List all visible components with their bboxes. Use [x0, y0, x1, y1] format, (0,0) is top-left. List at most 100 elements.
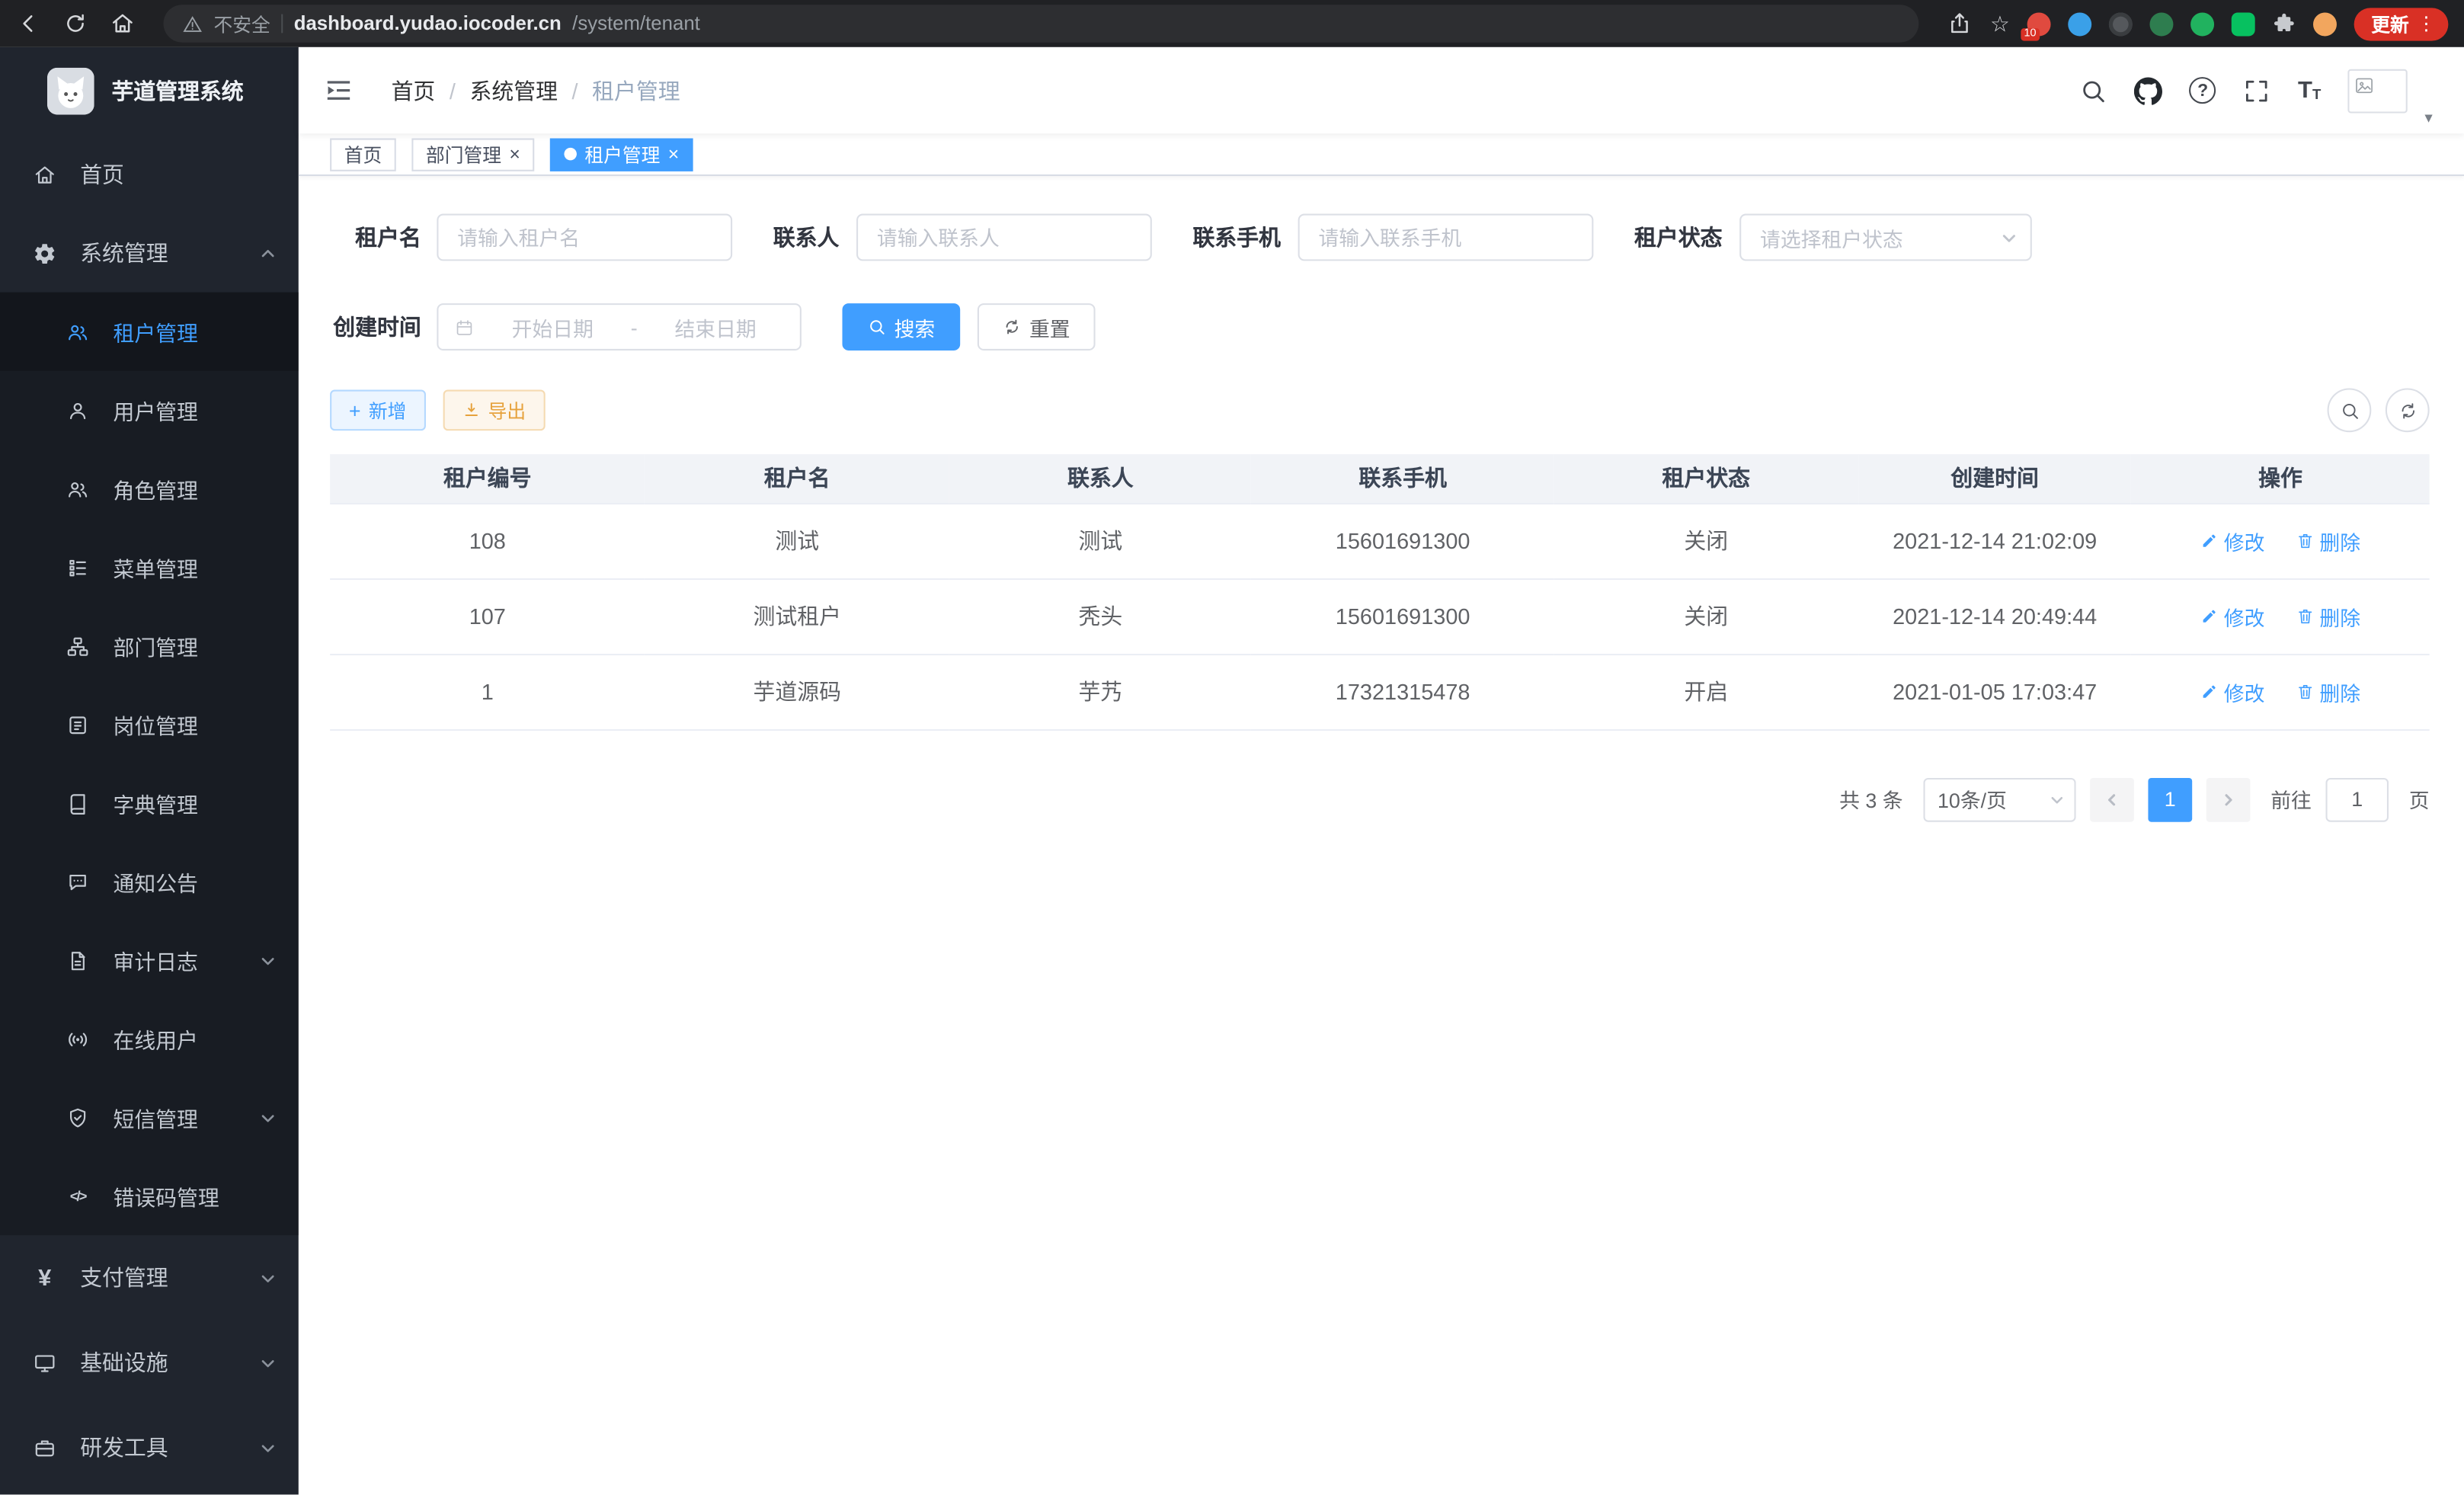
logo-image: [47, 68, 94, 115]
share-icon[interactable]: [1947, 11, 1973, 36]
sidebar-item-label: 角色管理: [114, 473, 198, 504]
address-bar[interactable]: 不安全 dashboard.yudao.iocoder.cn/system/te…: [164, 5, 1920, 43]
breadcrumb-home[interactable]: 首页: [392, 75, 436, 106]
github-icon[interactable]: [2135, 76, 2163, 104]
sidebar-group-devtools[interactable]: 研发工具: [0, 1405, 299, 1490]
add-button[interactable]: + 新增: [330, 390, 425, 431]
sidebar-group-system[interactable]: 系统管理: [0, 214, 299, 293]
filter-row-1: 租户名 联系人 联系手机 租户状态 请选择租户状态: [330, 214, 2430, 261]
edit-link[interactable]: 修改: [2200, 526, 2265, 555]
screen: 不安全 dashboard.yudao.iocoder.cn/system/te…: [0, 0, 2464, 1494]
tab-label: 租户管理: [584, 141, 660, 168]
refresh-table-button[interactable]: [2386, 388, 2430, 432]
back-icon[interactable]: [16, 11, 41, 36]
avatar-caret-icon[interactable]: ▾: [2424, 110, 2432, 127]
cell-id: 107: [330, 578, 645, 654]
sidebar-item-errorcode[interactable]: </> 错误码管理: [0, 1157, 299, 1235]
delete-link[interactable]: 删除: [2296, 601, 2360, 631]
sidebar-group-label: 研发工具: [80, 1432, 168, 1463]
sidebar-item-label: 在线用户: [114, 1023, 198, 1055]
trash-icon: [2296, 682, 2315, 701]
edit-link[interactable]: 修改: [2200, 601, 2265, 631]
goto-label: 前往: [2270, 784, 2312, 814]
sidebar-item-role[interactable]: 角色管理: [0, 450, 299, 528]
help-icon[interactable]: ?: [2190, 77, 2216, 104]
table-row: 107 测试租户 秃头 15601691300 关闭 2021-12-14 20…: [330, 578, 2430, 654]
close-icon[interactable]: ×: [668, 145, 679, 164]
prev-page-button[interactable]: [2090, 777, 2134, 821]
next-page-button[interactable]: [2206, 777, 2251, 821]
page-number-active[interactable]: 1: [2148, 777, 2192, 821]
search-icon[interactable]: [2079, 76, 2107, 104]
home-icon[interactable]: [110, 11, 135, 36]
sidebar-group-label: 系统管理: [80, 237, 168, 268]
pencil-icon: [2200, 682, 2219, 701]
sidebar-item-dept[interactable]: 部门管理: [0, 607, 299, 685]
sidebar-item-dict[interactable]: 字典管理: [0, 764, 299, 842]
sidebar-item-online[interactable]: 在线用户: [0, 1000, 299, 1078]
sidebar-item-menu[interactable]: 菜单管理: [0, 528, 299, 607]
cell-actions: 修改 删除: [2131, 654, 2429, 729]
fullscreen-icon[interactable]: [2243, 76, 2271, 104]
reload-icon[interactable]: [63, 11, 88, 36]
export-button[interactable]: 导出: [443, 390, 545, 431]
phone-input[interactable]: [1298, 214, 1594, 261]
goto-page-input[interactable]: [2325, 777, 2389, 821]
bookmark-star-icon[interactable]: ☆: [1990, 13, 2010, 35]
extension-icon-gray-ring[interactable]: [2109, 11, 2133, 35]
extension-icon-red[interactable]: 10: [2027, 11, 2051, 35]
profile-avatar-icon[interactable]: [2313, 11, 2337, 35]
online-signal-icon: [66, 1027, 90, 1051]
security-label[interactable]: 不安全: [214, 10, 270, 37]
cell-status: 开启: [1554, 654, 1859, 729]
extension-icon-green-check[interactable]: [2190, 11, 2214, 35]
search-button[interactable]: 搜索: [843, 303, 961, 351]
close-icon[interactable]: ×: [509, 145, 520, 164]
contact-input[interactable]: [856, 214, 1152, 261]
sidebar-item-sms[interactable]: 短信管理: [0, 1078, 299, 1157]
edit-link[interactable]: 修改: [2200, 677, 2265, 706]
sidebar-item-home[interactable]: 首页: [0, 135, 299, 213]
date-range-picker[interactable]: 开始日期 - 结束日期: [437, 303, 802, 351]
delete-link[interactable]: 删除: [2296, 677, 2360, 706]
sidebar-group-infra[interactable]: 基础设施: [0, 1321, 299, 1405]
sidebar-item-notice[interactable]: 通知公告: [0, 843, 299, 921]
chevron-left-icon: [2104, 791, 2120, 807]
extension-icon-green-chat[interactable]: [2232, 11, 2255, 35]
delete-link[interactable]: 删除: [2296, 526, 2360, 555]
tab-tenant[interactable]: 租户管理 ×: [550, 137, 693, 170]
column-header-status: 租户状态: [1554, 454, 1859, 503]
sidebar-fold-icon[interactable]: [324, 75, 354, 105]
browser-update-button[interactable]: 更新 ⋮: [2354, 7, 2449, 40]
status-label: 租户状态: [1634, 222, 1723, 253]
tab-dept[interactable]: 部门管理 ×: [411, 137, 534, 170]
update-label: 更新: [2371, 10, 2409, 37]
reset-button[interactable]: 重置: [978, 303, 1096, 351]
table-toolbar: + 新增 导出: [330, 388, 2430, 432]
tenant-name-input[interactable]: [437, 214, 732, 261]
app-logo[interactable]: 芋道管理系统: [0, 47, 299, 136]
breadcrumb-system[interactable]: 系统管理: [469, 75, 558, 106]
cell-created: 2021-01-05 17:03:47: [1858, 654, 2131, 729]
sidebar-item-auditlog[interactable]: 审计日志: [0, 921, 299, 1000]
extension-icon-dark-green[interactable]: [2149, 11, 2173, 35]
filter-status: 租户状态 请选择租户状态: [1634, 214, 2032, 261]
status-select[interactable]: 请选择租户状态: [1739, 214, 2032, 261]
sidebar-item-post[interactable]: 岗位管理: [0, 685, 299, 764]
font-size-icon[interactable]: TT: [2298, 78, 2321, 102]
cell-phone: 17321315478: [1252, 654, 1554, 729]
breadcrumb: 首页 / 系统管理 / 租户管理: [392, 75, 680, 106]
page-size-select[interactable]: 10条/页: [1923, 777, 2075, 821]
tab-home[interactable]: 首页: [330, 137, 396, 170]
sidebar-group-pay[interactable]: ¥ 支付管理: [0, 1235, 299, 1320]
extensions-puzzle-icon[interactable]: [2272, 11, 2296, 35]
user-avatar[interactable]: [2347, 69, 2407, 113]
toggle-search-button[interactable]: [2328, 388, 2372, 432]
message-icon: [66, 870, 90, 894]
sidebar-item-tenant[interactable]: 租户管理: [0, 293, 299, 371]
extension-icon-blue-drop[interactable]: [2068, 11, 2091, 35]
sidebar-item-user[interactable]: 用户管理: [0, 371, 299, 450]
pagination: 共 3 条 10条/页 1 前往 页: [330, 777, 2430, 821]
kebab-menu-icon[interactable]: ⋮: [2417, 13, 2436, 35]
home-icon: [33, 162, 56, 186]
